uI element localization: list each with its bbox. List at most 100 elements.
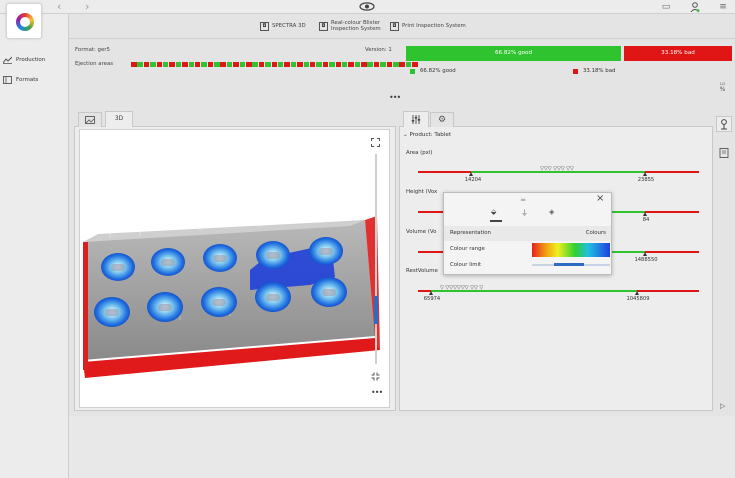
- colour-limit-row[interactable]: Colour limit: [444, 258, 611, 273]
- ejection-area-cell: [150, 62, 156, 67]
- expand-right-icon[interactable]: ▷: [720, 402, 725, 410]
- drag-handle-icon[interactable]: ═: [521, 196, 525, 204]
- ejection-area-cell: [335, 62, 341, 67]
- ejection-areas-label: Ejection areas: [75, 61, 114, 67]
- ejection-area-cell: [277, 62, 284, 67]
- ejection-area-cell: [322, 62, 329, 67]
- collapse-more-icon[interactable]: •••: [389, 93, 401, 102]
- representation-row[interactable]: Representation Colours: [444, 226, 611, 241]
- pin-icon: [721, 119, 727, 130]
- ejection-area-cell: [214, 62, 220, 67]
- close-icon[interactable]: ×: [596, 193, 604, 204]
- viewer-scrollbar-track[interactable]: [375, 154, 377, 364]
- ejection-area-cell: [348, 62, 354, 67]
- sidebar-item-label: Formats: [16, 77, 39, 83]
- formats-icon: [3, 76, 12, 84]
- ejection-area-cell: [258, 62, 265, 67]
- metric-volume-max-marker[interactable]: [642, 252, 647, 256]
- sidebar-item-formats[interactable]: Formats: [3, 76, 38, 84]
- metric-restvolume-label: RestVolume: [406, 268, 438, 274]
- 3d-viewer[interactable]: [79, 129, 390, 408]
- expand-icon[interactable]: [371, 138, 380, 147]
- good-bar: 66.82% good: [406, 46, 621, 61]
- tab-image[interactable]: [78, 112, 102, 127]
- app-logo[interactable]: [6, 3, 42, 39]
- hamburger-menu-icon[interactable]: ≡: [717, 1, 729, 13]
- ejection-area-cell: [341, 62, 348, 67]
- system-spectra-3d-button[interactable]: ◘ SPECTRA 3D: [260, 17, 306, 35]
- viewer-scrollbar-thumb[interactable]: [374, 296, 378, 324]
- ejection-area-cell: [303, 62, 310, 67]
- metric-area-label: Area (pxl): [406, 150, 433, 156]
- ejection-area-cell: [399, 62, 405, 67]
- metric-volume-max: 1488550: [634, 257, 658, 263]
- ejection-area-cell: [162, 62, 169, 67]
- ejection-area-cell: [137, 62, 143, 67]
- system-real-colour-button[interactable]: ◘ Real-colour Blister Inspection System: [319, 17, 387, 35]
- metric-height-max-marker[interactable]: [642, 212, 647, 216]
- ejection-area-cell: [131, 62, 137, 67]
- bad-bar: 33.18% bad: [624, 46, 732, 61]
- ejection-area-cell: [233, 62, 239, 67]
- blister-3d-render: [83, 210, 380, 378]
- back-icon[interactable]: ‹: [57, 0, 61, 14]
- gear-icon: ⚙: [437, 115, 447, 125]
- colour-limit-handle[interactable]: [554, 263, 584, 266]
- ejection-area-cell: [393, 62, 399, 67]
- ejection-area-cell: [329, 62, 335, 67]
- tab-parameters[interactable]: [403, 111, 429, 127]
- system-print-inspection-button[interactable]: ◘ Print Inspection System: [390, 17, 466, 35]
- sidebar: Production Formats: [0, 14, 69, 478]
- ejection-area-cell: [309, 62, 316, 67]
- svg-text:%: %: [720, 86, 726, 92]
- ejection-area-cell: [405, 62, 412, 67]
- forward-icon[interactable]: ›: [85, 0, 89, 14]
- colour-range-row[interactable]: Colour range: [444, 242, 611, 257]
- metric-volume-label: Volume (Vo: [406, 229, 437, 235]
- ejection-area-cell: [156, 62, 163, 67]
- representation-value[interactable]: Colours: [586, 226, 606, 241]
- ejection-area-cell: [412, 62, 418, 67]
- metric-restvolume-min: 65974: [423, 296, 441, 302]
- tab-3d[interactable]: 3D: [105, 111, 133, 127]
- metric-restvolume-max: 1045809: [626, 296, 650, 302]
- ejection-area-cell: [207, 62, 214, 67]
- user-icon[interactable]: [689, 1, 701, 13]
- ejection-area-cell: [226, 62, 233, 67]
- top-bar: ‹ › ▭ ≡: [0, 0, 735, 14]
- ejection-area-cell: [265, 62, 271, 67]
- metric-restvolume-max-marker[interactable]: [634, 291, 639, 295]
- print-camera-icon: ◘: [390, 21, 399, 31]
- colour-fill-icon[interactable]: ⬙: [491, 208, 496, 216]
- 3d-camera-icon: ◘: [260, 21, 269, 31]
- sidebar-item-production[interactable]: Production: [3, 56, 45, 64]
- ejection-area-cell: [143, 62, 150, 67]
- layers-icon[interactable]: ◈: [549, 208, 554, 216]
- ejection-areas-strip: [131, 62, 419, 67]
- ejection-area-cell: [354, 62, 361, 67]
- colour-range-gradient[interactable]: [532, 243, 610, 257]
- metric-restvolume-min-marker[interactable]: [428, 291, 433, 295]
- filter-icon[interactable]: ⏚: [521, 208, 528, 218]
- help-book-icon[interactable]: ▭: [660, 1, 672, 13]
- sliders-icon: [411, 115, 421, 124]
- fit-icon[interactable]: [371, 372, 380, 381]
- product-header[interactable]: ⌄ Product: Tablet: [403, 132, 451, 138]
- more-dots-icon[interactable]: •••: [371, 388, 383, 397]
- ejection-area-cell: [367, 62, 373, 67]
- metric-area-max-marker[interactable]: [642, 172, 647, 176]
- camera-icon: ◘: [319, 21, 328, 31]
- representation-popup: ═ × ⬙ ⏚ ◈ Representation Colours Colour …: [443, 192, 612, 275]
- ejection-area-cell: [188, 62, 195, 67]
- metric-height-max: 84: [642, 217, 650, 223]
- percent-toggle-icon[interactable]: 1/2 %: [717, 81, 728, 92]
- format-version: Version: 1: [365, 47, 392, 53]
- legend-bad: 33.18% bad: [573, 68, 615, 74]
- format-name: Format: ger5: [75, 47, 110, 53]
- pin-button[interactable]: [716, 116, 732, 132]
- ejection-area-cell: [201, 62, 207, 67]
- tab-settings[interactable]: ⚙: [430, 112, 454, 127]
- document-icon[interactable]: [719, 148, 729, 158]
- metric-area-min-marker[interactable]: [468, 172, 473, 176]
- ejection-area-cell: [361, 62, 367, 67]
